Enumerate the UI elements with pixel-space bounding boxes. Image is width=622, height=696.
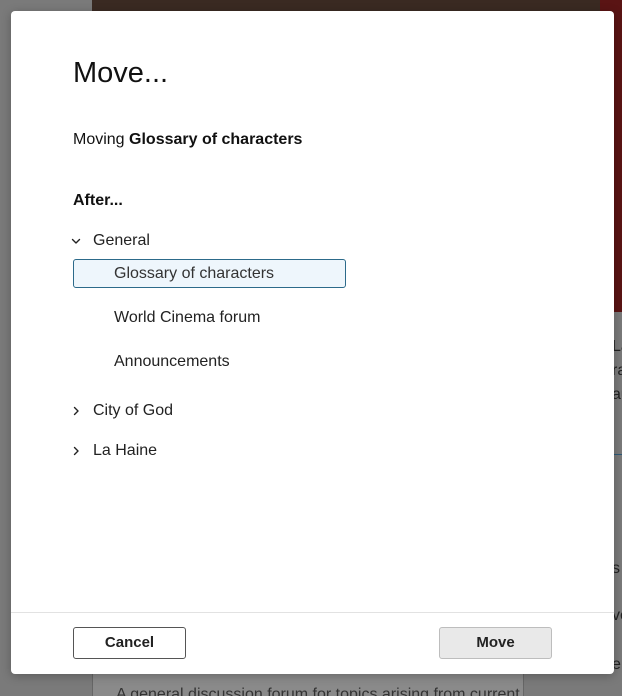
tree-group-general[interactable]: General: [69, 232, 150, 250]
chevron-right-icon[interactable]: [69, 444, 83, 458]
moving-description: Moving Glossary of characters: [73, 131, 302, 149]
after-label: After...: [73, 192, 123, 209]
move-dialog: Move... Moving Glossary of characters Af…: [11, 11, 614, 674]
tree-item-world-cinema-forum[interactable]: World Cinema forum: [73, 303, 346, 332]
moving-prefix: Moving: [73, 131, 125, 148]
cancel-button[interactable]: Cancel: [73, 627, 186, 659]
tree-group-city-of-god[interactable]: City of God: [69, 402, 173, 420]
background-forum-description: A general discussion forum for topics ar…: [116, 686, 520, 696]
tree-group-label: La Haine: [93, 442, 158, 459]
dialog-title: Move...: [73, 57, 169, 89]
tree-group-label: City of God: [93, 402, 174, 419]
moving-item-name: Glossary of characters: [129, 131, 303, 148]
tree-item-glossary-of-characters[interactable]: Glossary of characters: [73, 259, 346, 288]
tree-group-label: General: [93, 232, 150, 249]
footer-divider: [11, 612, 614, 613]
chevron-right-icon[interactable]: [69, 404, 83, 418]
tree-group-la-haine[interactable]: La Haine: [69, 442, 157, 460]
tree-item-announcements[interactable]: Announcements: [73, 347, 346, 376]
move-button[interactable]: Move: [439, 627, 552, 659]
chevron-down-icon[interactable]: [69, 234, 83, 248]
